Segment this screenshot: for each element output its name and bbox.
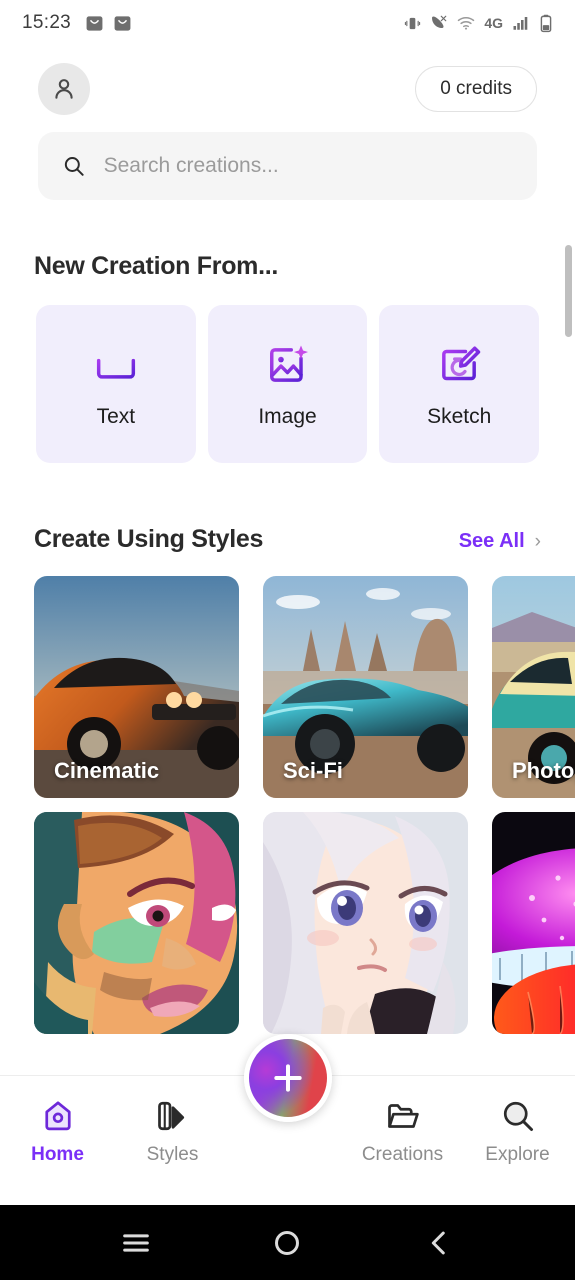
- nav-label-home: Home: [31, 1144, 84, 1165]
- status-bar: 15:23 4G: [0, 0, 575, 46]
- styles-title: Create Using Styles: [34, 525, 264, 553]
- style-art-comic-portrait: [34, 812, 239, 1034]
- image-sparkle-icon: [269, 345, 308, 382]
- style-card-scifi[interactable]: Sci-Fi: [263, 576, 468, 798]
- folder-icon: [387, 1104, 419, 1128]
- wifi-icon: [458, 16, 475, 30]
- search-icon: [64, 157, 84, 176]
- back-chevron-icon[interactable]: [422, 1226, 456, 1260]
- style-art-glowing-mushroom: [492, 812, 575, 1034]
- signal-bars-icon: [513, 17, 528, 30]
- see-all-button[interactable]: See All ›: [459, 530, 541, 553]
- styles-row-2[interactable]: [0, 812, 575, 1034]
- style-label-cinematic: Cinematic: [54, 758, 160, 783]
- nav-item-home[interactable]: Home: [0, 1076, 115, 1166]
- message-icon: [86, 15, 103, 31]
- chevron-right-icon: ›: [534, 531, 541, 552]
- nav-item-styles[interactable]: Styles: [115, 1076, 230, 1166]
- android-navigation-bar: [0, 1205, 575, 1280]
- create-from-sketch-card[interactable]: Sketch: [379, 305, 540, 463]
- missed-call-icon: [432, 15, 447, 29]
- style-card-cinematic[interactable]: Cinematic: [34, 576, 239, 798]
- style-label-photography: Photography: [512, 758, 575, 783]
- search-section: [0, 132, 575, 200]
- bottom-navigation: Home Styles Creations Explore: [0, 1034, 575, 1205]
- text-box-icon: [96, 350, 135, 379]
- status-bar-clock: 15:23: [22, 12, 72, 33]
- nav-label-styles: Styles: [146, 1144, 199, 1165]
- home-icon: [44, 1101, 71, 1131]
- create-from-sketch-label: Sketch: [427, 405, 492, 428]
- create-from-image-label: Image: [258, 405, 317, 428]
- see-all-label: See All: [458, 530, 525, 552]
- battery-icon: [540, 14, 552, 32]
- status-bar-system-icons: 4G: [404, 14, 553, 33]
- new-creation-cards: Text Image Sketch: [0, 305, 575, 463]
- style-art-anime-portrait: [263, 812, 468, 1034]
- search-bar[interactable]: [38, 132, 537, 200]
- network-type-label: 4G: [484, 15, 503, 31]
- create-from-image-card[interactable]: Image: [207, 305, 368, 463]
- page-scrollbar[interactable]: [565, 245, 572, 337]
- avatar[interactable]: [38, 63, 90, 115]
- style-card-anime[interactable]: [263, 812, 468, 1034]
- nav-label-creations: Creations: [361, 1144, 444, 1165]
- styles-row-1[interactable]: Cinematic Sci-Fi Photo: [0, 576, 575, 798]
- create-from-text-card[interactable]: Text: [36, 305, 196, 463]
- search-icon: [503, 1101, 533, 1131]
- nav-label-explore: Explore: [485, 1144, 550, 1165]
- search-input[interactable]: [103, 154, 513, 178]
- style-label-scifi: Sci-Fi: [283, 758, 343, 783]
- sketch-pencil-icon: [442, 346, 481, 381]
- create-from-text-label: Text: [96, 405, 136, 428]
- style-card-comic[interactable]: [34, 812, 239, 1034]
- styles-header: Create Using Styles See All ›: [0, 525, 575, 554]
- circle-icon[interactable]: [270, 1226, 304, 1260]
- new-creation-header: New Creation From...: [0, 252, 575, 281]
- status-bar-notification-icons: [85, 14, 132, 33]
- message-icon: [114, 15, 131, 31]
- new-creation-title: New Creation From...: [34, 252, 279, 280]
- nav-item-explore[interactable]: Explore: [460, 1076, 575, 1166]
- vibrate-icon: [405, 17, 421, 29]
- palette-icon: [157, 1101, 184, 1131]
- app-header: 0 credits: [0, 46, 575, 132]
- style-card-photography[interactable]: Photography: [492, 576, 575, 798]
- nav-item-creations[interactable]: Creations: [345, 1076, 460, 1166]
- create-fab[interactable]: [243, 1034, 332, 1122]
- menu-icon[interactable]: [119, 1226, 153, 1260]
- plus-icon: [273, 1064, 302, 1092]
- person-icon: [55, 79, 73, 99]
- style-card-neon[interactable]: [492, 812, 575, 1034]
- credits-badge[interactable]: 0 credits: [415, 66, 537, 112]
